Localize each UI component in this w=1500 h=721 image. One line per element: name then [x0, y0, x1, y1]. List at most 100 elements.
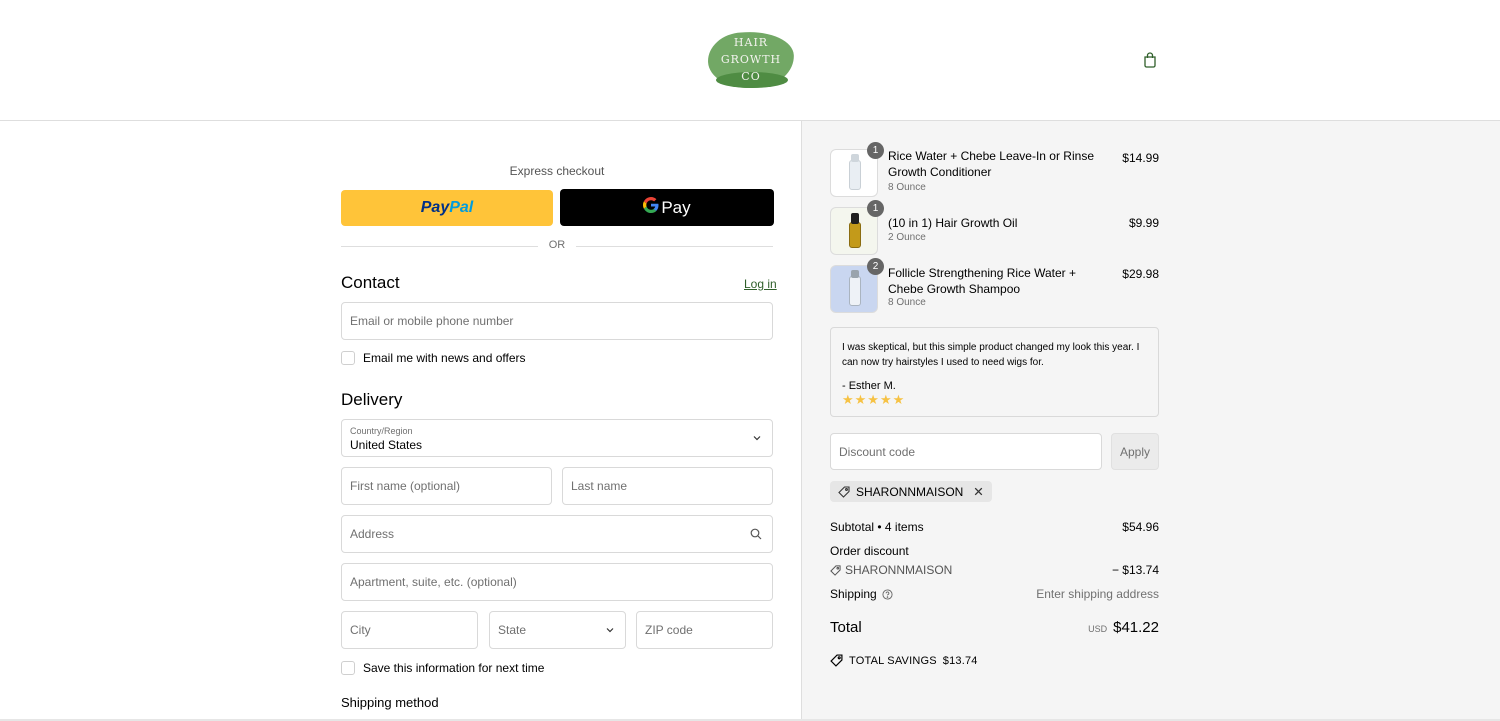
- apply-discount-button[interactable]: Apply: [1111, 433, 1159, 470]
- subtotal-row: Subtotal • 4 items $54.96: [830, 520, 1159, 534]
- testimonial-author: - Esther M.: [842, 380, 896, 392]
- newsletter-option[interactable]: Email me with news and offers: [341, 351, 526, 365]
- last-name-field[interactable]: Last name: [562, 467, 773, 505]
- product-price: $14.99: [1122, 151, 1159, 165]
- newsletter-label: Email me with news and offers: [363, 351, 526, 365]
- contact-heading: Contact: [341, 273, 400, 292]
- product-price: $9.99: [1128, 216, 1159, 230]
- email-placeholder: Email or mobile phone number: [350, 314, 514, 328]
- total-label: Total: [830, 619, 862, 636]
- total-savings-label: TOTAL SAVINGS: [849, 654, 937, 667]
- search-icon: [750, 528, 762, 540]
- product-bottle-image: [849, 160, 861, 190]
- tag-icon: [830, 564, 841, 576]
- total-savings: TOTAL SAVINGS $13.74: [830, 654, 978, 667]
- address-field[interactable]: Address: [341, 515, 773, 553]
- address-placeholder: Address: [350, 527, 395, 541]
- shipping-label: Shipping: [830, 587, 877, 601]
- applied-discount-chip: SHARONNMAISON: [830, 481, 993, 502]
- delivery-heading: Delivery: [341, 390, 403, 409]
- tag-icon: [830, 654, 843, 667]
- first-name-field[interactable]: First name (optional): [341, 467, 552, 505]
- product-name: Follicle Strengthening Rice Water + Cheb…: [888, 266, 1076, 296]
- testimonial-quote: I was skeptical, but this simple product…: [842, 342, 1140, 368]
- apartment-placeholder: Apartment, suite, etc. (optional): [350, 575, 517, 589]
- subtotal-value: $54.96: [1122, 520, 1159, 534]
- quantity-badge: 1: [867, 142, 884, 159]
- login-link[interactable]: Log in: [744, 277, 777, 291]
- email-field[interactable]: Email or mobile phone number: [341, 302, 773, 340]
- shipping-value: Enter shipping address: [1036, 587, 1159, 601]
- paypal-button[interactable]: Pay Pal: [341, 190, 553, 226]
- product-cap-image: [851, 270, 859, 278]
- product-cap-image: [851, 154, 859, 162]
- total-amount: $41.22: [1113, 619, 1159, 636]
- last-name-placeholder: Last name: [571, 479, 628, 493]
- store-logo[interactable]: HAIR GROWTH CO: [706, 28, 796, 92]
- google-g-icon: [643, 197, 659, 218]
- or-divider: OR: [341, 238, 773, 254]
- logo-line-3: CO: [741, 70, 761, 83]
- tag-icon: [838, 485, 850, 498]
- city-field[interactable]: City: [341, 611, 478, 649]
- product-thumbnail: 2: [830, 258, 884, 313]
- save-info-label: Save this information for next time: [363, 661, 545, 675]
- cart-item: 2 Follicle Strengthening Rice Water + Ch…: [830, 258, 1159, 313]
- quantity-badge: 1: [867, 200, 884, 217]
- state-select[interactable]: State: [489, 611, 626, 649]
- product-variant: 2 Ounce: [888, 232, 926, 243]
- product-variant: 8 Ounce: [888, 182, 926, 193]
- order-discount-row: Order discount: [830, 544, 1159, 558]
- cart-item: 1 Rice Water + Chebe Leave-In or Rinse G…: [830, 142, 1159, 197]
- help-circle-icon[interactable]: [882, 588, 893, 600]
- discount-code-line: SHARONNMAISON: [830, 563, 952, 577]
- chevron-down-icon: [606, 628, 614, 633]
- discount-placeholder: Discount code: [839, 445, 916, 459]
- zip-placeholder: ZIP code: [645, 623, 693, 637]
- site-header: HAIR GROWTH CO: [0, 0, 1500, 121]
- save-info-option[interactable]: Save this information for next time: [341, 661, 544, 675]
- gpay-label: Pay: [661, 197, 691, 217]
- paypal-logo-pal: Pal: [449, 199, 474, 216]
- logo-line-1: HAIR: [733, 36, 769, 49]
- shipping-label-group: Shipping: [830, 587, 893, 601]
- state-placeholder: State: [498, 623, 527, 637]
- newsletter-checkbox[interactable]: [341, 351, 355, 365]
- quantity-badge: 2: [867, 258, 884, 275]
- shopping-bag-icon: [1144, 52, 1156, 68]
- logo-line-2: GROWTH: [720, 53, 782, 66]
- order-discount-label: Order discount: [830, 544, 909, 558]
- google-pay-button[interactable]: Pay: [560, 189, 774, 226]
- zip-field[interactable]: ZIP code: [636, 611, 773, 649]
- discount-code-text: SHARONNMAISON: [845, 563, 953, 577]
- save-info-checkbox[interactable]: [341, 661, 355, 675]
- product-name: (10 in 1) Hair Growth Oil: [888, 216, 1018, 230]
- country-value: United States: [350, 438, 423, 452]
- country-label: Country/Region: [350, 426, 413, 436]
- product-thumbnail: 1: [830, 142, 884, 197]
- cart-item: 1 (10 in 1) Hair Growth Oil 2 Ounce $9.9…: [830, 200, 1159, 255]
- total-savings-value: $13.74: [942, 654, 978, 667]
- product-bottle-image: [849, 222, 861, 248]
- country-select[interactable]: Country/Region United States: [341, 419, 773, 457]
- or-text: OR: [548, 239, 566, 251]
- discount-code-field[interactable]: Discount code: [830, 433, 1102, 470]
- apartment-field[interactable]: Apartment, suite, etc. (optional): [341, 563, 773, 601]
- product-name: Rice Water + Chebe Leave-In or Rinse Gro…: [888, 149, 1094, 179]
- currency-code: USD: [1088, 624, 1108, 634]
- discount-code-row: SHARONNMAISON − $13.74: [830, 563, 1159, 579]
- product-cap-image: [851, 213, 859, 224]
- logo-text: HAIR GROWTH CO: [706, 34, 796, 85]
- applied-discount-code: SHARONNMAISON: [856, 484, 964, 499]
- close-icon[interactable]: [973, 486, 984, 497]
- rating-stars: ★★★★★: [842, 392, 906, 407]
- total-amount-group: USD $41.22: [1088, 619, 1159, 636]
- paypal-logo-pay: Pay: [420, 199, 450, 216]
- express-checkout-title: Express checkout: [509, 164, 605, 178]
- first-name-placeholder: First name (optional): [350, 479, 461, 493]
- shipping-row: Shipping Enter shipping address: [830, 587, 1159, 601]
- product-price: $29.98: [1122, 267, 1159, 281]
- cart-button[interactable]: [1140, 50, 1160, 70]
- discount-amount: − $13.74: [1111, 563, 1159, 577]
- chevron-down-icon: [753, 436, 761, 441]
